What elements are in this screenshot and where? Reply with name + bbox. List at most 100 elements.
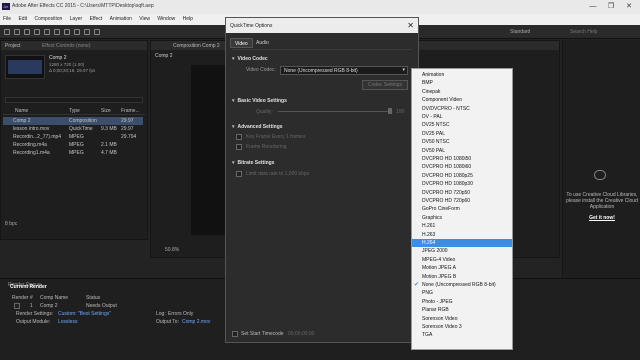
key-frame-checkbox[interactable] (236, 134, 242, 140)
maximize-button[interactable]: ❐ (604, 2, 618, 11)
codec-option[interactable]: DV25 NTSC (412, 121, 512, 129)
hand-tool-icon[interactable] (24, 29, 30, 35)
codec-option[interactable]: DVCPRO HD 1080p25 (412, 172, 512, 180)
pan-behind-tool-icon[interactable] (64, 29, 70, 35)
codec-option[interactable]: H.264 (412, 239, 512, 248)
codec-option[interactable]: PNG (412, 289, 512, 297)
col-type[interactable]: Type (69, 108, 80, 114)
composition-tab[interactable]: Composition Comp 2 (173, 43, 220, 49)
project-search-input[interactable] (5, 97, 143, 103)
output-to-link[interactable]: Comp 2.mov (182, 319, 210, 325)
tab-audio[interactable]: Audio (252, 38, 273, 48)
codec-option[interactable]: Component Video (412, 96, 512, 104)
codec-option[interactable]: GoPro CineForm (412, 205, 512, 213)
menu-composition[interactable]: Composition (31, 14, 65, 22)
rectangle-tool-icon[interactable] (74, 29, 80, 35)
codec-option[interactable]: MPEG-4 Video (412, 256, 512, 264)
codec-option[interactable]: JPEG 2000 (412, 247, 512, 255)
get-it-now-link[interactable]: Get it now! (566, 215, 638, 221)
codec-option[interactable]: DV25 PAL (412, 130, 512, 138)
codec-option[interactable]: H.261 (412, 222, 512, 230)
limit-data-rate-checkbox[interactable] (236, 171, 242, 177)
set-start-timecode-checkbox[interactable] (232, 331, 238, 337)
selection-tool-icon[interactable] (14, 29, 20, 35)
codec-option[interactable]: DVCPRO HD 1080i50 (412, 155, 512, 163)
codec-option[interactable]: DV50 PAL (412, 147, 512, 155)
workspace-selector[interactable]: Standard (510, 29, 530, 35)
codec-option[interactable]: Photo - JPEG (412, 298, 512, 306)
libraries-message: To use Creative Cloud Libraries, please … (566, 192, 638, 210)
expanded-triangle-icon: ▾ (232, 98, 235, 104)
codec-option[interactable]: Planar RGB (412, 306, 512, 314)
menu-window[interactable]: Window (154, 14, 178, 22)
tab-video[interactable]: Video (230, 38, 253, 48)
codec-option[interactable]: DVCPRO HD 1080p30 (412, 180, 512, 188)
col-size[interactable]: Size (101, 108, 111, 114)
menu-layer[interactable]: Layer (67, 14, 86, 22)
codec-option[interactable]: Motion JPEG A (412, 264, 512, 272)
minimize-button[interactable]: — (586, 2, 600, 11)
codec-option[interactable]: Animation (412, 71, 512, 79)
effect-controls-tab[interactable]: Effect Controls (none) (42, 43, 91, 49)
codec-option[interactable]: DVCPRO HD 1080i60 (412, 163, 512, 171)
menu-help[interactable]: Help (180, 14, 196, 22)
codec-option[interactable]: DV - PAL (412, 113, 512, 121)
video-codec-select[interactable]: None (Uncompressed RGB 8-bit) ▾ (280, 66, 408, 75)
type-tool-icon[interactable] (94, 29, 100, 35)
render-checkbox[interactable] (14, 303, 20, 309)
quality-slider-handle[interactable] (388, 108, 392, 114)
frame-reordering-checkbox[interactable] (236, 144, 242, 150)
project-item[interactable]: Recording1.m4a MPEG 4.7 MB (3, 149, 143, 157)
codec-option[interactable]: Cinepak (412, 88, 512, 96)
codec-option[interactable]: BMP (412, 79, 512, 87)
dialog-close-button[interactable]: ✕ (407, 21, 414, 30)
search-help-field[interactable]: Search Help (570, 29, 598, 35)
codec-option[interactable]: Graphics (412, 214, 512, 222)
codec-option[interactable]: H.263 (412, 231, 512, 239)
bitrate-section[interactable]: ▾ Bitrate Settings (232, 160, 274, 166)
start-timecode-value[interactable]: 00;00;00;00 (288, 331, 314, 337)
quality-value[interactable]: 100 (396, 109, 404, 115)
rotate-tool-icon[interactable] (44, 29, 50, 35)
comp-sub-tab[interactable]: Comp 2 (155, 53, 173, 59)
project-item[interactable]: lesson intro.mov QuickTime 9.3 MB 29.97 (3, 125, 143, 133)
video-codec-section[interactable]: ▾ Video Codec (232, 56, 268, 62)
col-frame-rate[interactable]: Frame... (121, 108, 140, 114)
basic-video-section[interactable]: ▾ Basic Video Settings (232, 98, 287, 104)
close-window-button[interactable]: ✕ (622, 2, 636, 11)
codec-option-label: DVCPRO HD 1080i60 (422, 164, 472, 171)
codec-settings-button[interactable]: Codec Settings (362, 80, 408, 90)
log-select[interactable]: Errors Only (168, 311, 193, 317)
menu-animation[interactable]: Animation (107, 14, 135, 22)
zoom-level[interactable]: 50.8% (165, 247, 179, 253)
menu-view[interactable]: View (136, 14, 153, 22)
col-name[interactable]: Name (15, 108, 28, 114)
menu-effect[interactable]: Effect (87, 14, 106, 22)
codec-option[interactable]: DVCPRO HD 720p50 (412, 189, 512, 197)
menu-edit[interactable]: Edit (15, 14, 30, 22)
project-item[interactable]: Comp 2 Composition 29.97 (3, 117, 143, 125)
camera-tool-icon[interactable] (54, 29, 60, 35)
codec-option[interactable]: DV/DVCPRO - NTSC (412, 105, 512, 113)
codec-option[interactable]: Sorenson Video (412, 315, 512, 323)
advanced-section[interactable]: ▾ Advanced Settings (232, 124, 283, 130)
zoom-tool-icon[interactable] (34, 29, 40, 35)
codec-option[interactable]: None (Uncompressed RGB 8-bit) ✔ (412, 281, 512, 289)
bit-depth-button[interactable]: 8 bpc (5, 221, 17, 227)
codec-option[interactable]: TGA (412, 331, 512, 339)
codec-option[interactable]: Motion JPEG B (412, 273, 512, 281)
codec-option[interactable]: DV50 NTSC (412, 138, 512, 146)
project-item[interactable]: Recording.m4a MPEG 2.1 MB (3, 141, 143, 149)
codec-option-label: None (Uncompressed RGB 8-bit) (422, 282, 496, 288)
codec-option[interactable]: DVCPRO HD 720p60 (412, 197, 512, 205)
rq-col-status: Status (86, 295, 101, 301)
project-tab[interactable]: Project (5, 43, 21, 49)
render-settings-link[interactable]: Custom: "Best Settings" (58, 311, 111, 317)
project-item[interactable]: Recordin...2_77).mp4 MPEG 29.794 (3, 133, 143, 141)
quality-slider-track[interactable] (278, 111, 390, 112)
home-icon[interactable] (4, 29, 10, 35)
menu-file[interactable]: File (0, 14, 14, 22)
pen-tool-icon[interactable] (84, 29, 90, 35)
codec-option[interactable]: Sorenson Video 3 (412, 323, 512, 331)
output-module-link[interactable]: Lossless (58, 319, 77, 325)
